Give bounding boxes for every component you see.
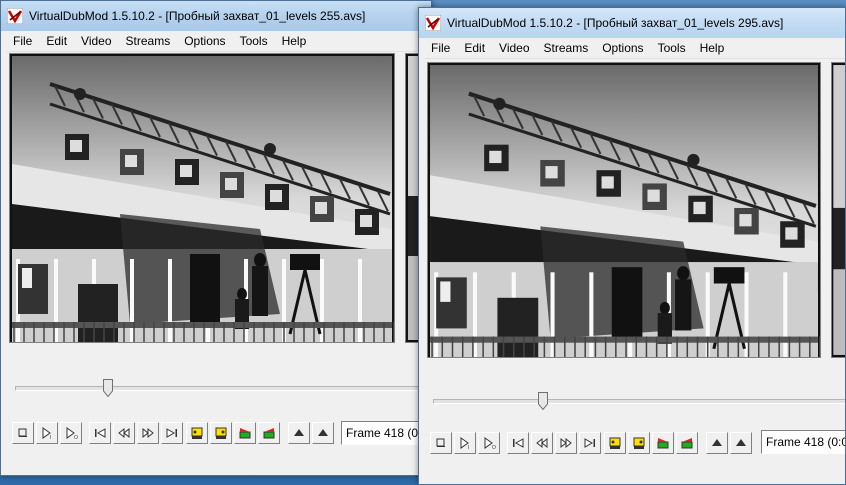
next-scene-button[interactable]: [258, 422, 280, 444]
prev-keyframe-icon: [190, 426, 204, 440]
end-button[interactable]: [579, 432, 601, 454]
stop-icon: [16, 426, 30, 440]
menu-video[interactable]: Video: [493, 41, 535, 55]
menu-streams[interactable]: Streams: [120, 34, 177, 48]
back-button[interactable]: [113, 422, 135, 444]
end-icon: [165, 426, 179, 440]
menu-help[interactable]: Help: [276, 34, 313, 48]
end-button[interactable]: [161, 422, 183, 444]
frame-indicator: Frame 418 (0:00:: [761, 430, 845, 454]
start-button[interactable]: [89, 422, 111, 444]
window-title: VirtualDubMod 1.5.10.2 - [Пробный захват…: [29, 9, 366, 23]
end-icon: [583, 436, 597, 450]
forward-icon: [141, 426, 155, 440]
start-button[interactable]: [507, 432, 529, 454]
prev-keyframe-icon: [608, 436, 622, 450]
virtualdub-window-left[interactable]: VirtualDubMod 1.5.10.2 - [Пробный захват…: [0, 0, 432, 476]
play-output-icon: O: [64, 426, 78, 440]
svg-text:I: I: [50, 435, 51, 440]
menu-streams[interactable]: Streams: [538, 41, 595, 55]
menu-bar: File Edit Video Streams Options Tools He…: [7, 31, 431, 52]
mark-in-button[interactable]: [288, 422, 310, 444]
menu-tools[interactable]: Tools: [234, 34, 274, 48]
menu-tools[interactable]: Tools: [652, 41, 692, 55]
play-input-icon: I: [40, 426, 54, 440]
next-scene-button[interactable]: [676, 432, 698, 454]
prev-scene-icon: [656, 436, 670, 450]
window-title: VirtualDubMod 1.5.10.2 - [Пробный захват…: [447, 16, 784, 30]
client-area: I O Frame 418 (0:00:: [425, 59, 845, 478]
start-icon: [511, 436, 525, 450]
back-icon: [117, 426, 131, 440]
virtualdub-window-right[interactable]: VirtualDubMod 1.5.10.2 - [Пробный захват…: [418, 7, 846, 485]
position-slider-thumb[interactable]: [103, 379, 113, 398]
output-video-pane: [831, 62, 845, 358]
menu-options[interactable]: Options: [178, 34, 231, 48]
forward-icon: [559, 436, 573, 450]
svg-text:O: O: [492, 445, 496, 450]
position-slider-track[interactable]: [433, 399, 845, 404]
mark-out-icon: [316, 426, 330, 440]
prev-scene-button[interactable]: [652, 432, 674, 454]
back-button[interactable]: [531, 432, 553, 454]
prev-scene-button[interactable]: [234, 422, 256, 444]
mark-in-icon: [710, 436, 724, 450]
next-scene-icon: [262, 426, 276, 440]
start-icon: [93, 426, 107, 440]
input-video-pane: [427, 62, 821, 358]
menu-file[interactable]: File: [425, 41, 456, 55]
stop-button[interactable]: [430, 432, 452, 454]
menu-file[interactable]: File: [7, 34, 38, 48]
mark-out-button[interactable]: [730, 432, 752, 454]
next-scene-icon: [680, 436, 694, 450]
forward-button[interactable]: [137, 422, 159, 444]
next-keyframe-button[interactable]: [628, 432, 650, 454]
input-video-pane: [9, 53, 395, 343]
play-input-button[interactable]: I: [454, 432, 476, 454]
mark-in-icon: [292, 426, 306, 440]
next-keyframe-button[interactable]: [210, 422, 232, 444]
play-input-icon: I: [458, 436, 472, 450]
mark-out-button[interactable]: [312, 422, 334, 444]
play-output-button[interactable]: O: [478, 432, 500, 454]
menu-options[interactable]: Options: [596, 41, 649, 55]
menu-video[interactable]: Video: [75, 34, 117, 48]
stop-button[interactable]: [12, 422, 34, 444]
prev-scene-icon: [238, 426, 252, 440]
prev-keyframe-button[interactable]: [186, 422, 208, 444]
svg-text:I: I: [468, 445, 469, 450]
title-bar[interactable]: VirtualDubMod 1.5.10.2 - [Пробный захват…: [419, 8, 845, 38]
back-icon: [535, 436, 549, 450]
play-input-button[interactable]: I: [36, 422, 58, 444]
svg-text:O: O: [74, 435, 78, 440]
menu-help[interactable]: Help: [694, 41, 731, 55]
virtualdub-app-icon[interactable]: [424, 14, 442, 32]
menu-edit[interactable]: Edit: [40, 34, 73, 48]
position-slider-track[interactable]: [15, 386, 431, 391]
position-slider-thumb[interactable]: [538, 392, 548, 411]
mark-in-button[interactable]: [706, 432, 728, 454]
next-keyframe-icon: [214, 426, 228, 440]
mark-out-icon: [734, 436, 748, 450]
title-bar[interactable]: VirtualDubMod 1.5.10.2 - [Пробный захват…: [1, 1, 431, 31]
menu-bar: File Edit Video Streams Options Tools He…: [425, 38, 845, 59]
virtualdub-app-icon[interactable]: [6, 7, 24, 25]
forward-button[interactable]: [555, 432, 577, 454]
next-keyframe-icon: [632, 436, 646, 450]
play-output-button[interactable]: O: [60, 422, 82, 444]
play-output-icon: O: [482, 436, 496, 450]
client-area: IO Frame 418 (0:0: [7, 52, 431, 469]
prev-keyframe-button[interactable]: [604, 432, 626, 454]
menu-edit[interactable]: Edit: [458, 41, 491, 55]
stop-icon: [434, 436, 448, 450]
